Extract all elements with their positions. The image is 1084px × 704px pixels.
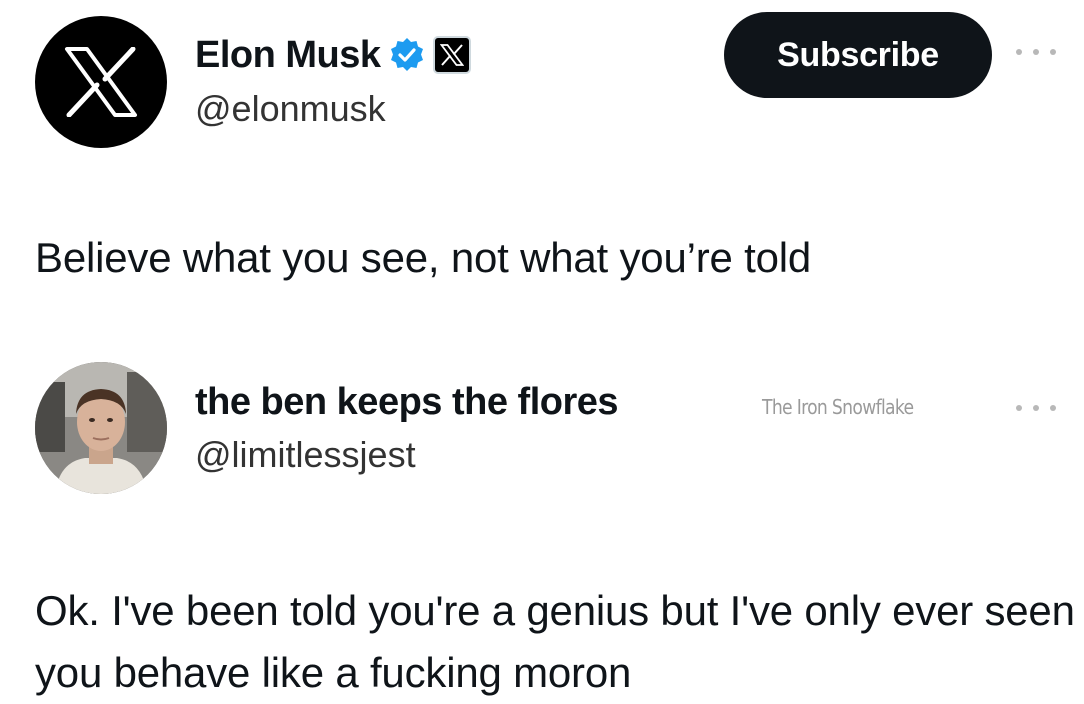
watermark-text: The Iron Snowflake xyxy=(762,395,914,419)
verified-badge-icon xyxy=(390,38,423,71)
reply-author-handle[interactable]: @limitlessjest xyxy=(195,434,416,476)
dot xyxy=(1033,405,1039,411)
x-affiliate-badge-icon[interactable] xyxy=(432,36,471,74)
dot xyxy=(1016,49,1022,55)
dot xyxy=(1050,49,1056,55)
author-avatar[interactable] xyxy=(35,16,167,148)
dot xyxy=(1016,405,1022,411)
author-name-row: Elon Musk xyxy=(195,30,471,80)
dot xyxy=(1050,405,1056,411)
post-text: Believe what you see, not what you’re to… xyxy=(35,234,812,281)
x-small-logo-icon xyxy=(439,44,464,66)
more-options-icon[interactable] xyxy=(1016,42,1056,62)
reply-text: Ok. I've been told you're a genius but I… xyxy=(35,587,1075,696)
author-name[interactable]: Elon Musk xyxy=(195,34,381,77)
reply-author-name[interactable]: the ben keeps the flores xyxy=(195,374,619,430)
dot xyxy=(1033,49,1039,55)
subscribe-button[interactable]: Subscribe xyxy=(724,12,992,98)
author-handle[interactable]: @elonmusk xyxy=(195,88,386,130)
user-avatar xyxy=(35,362,167,494)
reply-author-avatar[interactable] xyxy=(35,362,167,494)
reply-more-options-icon[interactable] xyxy=(1016,398,1056,418)
x-logo-icon xyxy=(65,47,137,117)
screenshot-page: Elon Musk @elonmusk Subscribe Believe wh… xyxy=(0,0,1084,700)
